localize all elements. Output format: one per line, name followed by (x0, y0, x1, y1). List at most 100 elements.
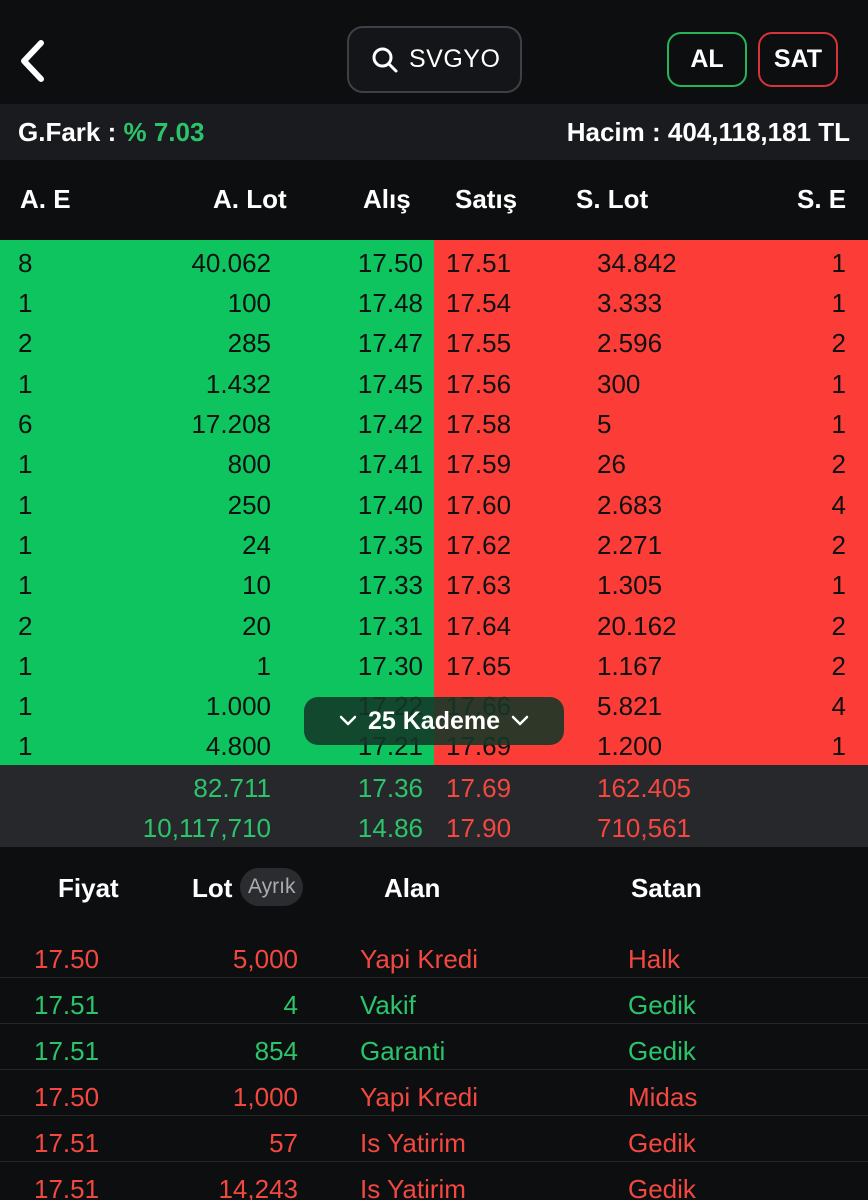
depth-row[interactable]: 1 800 17.41 17.59 26 2 (0, 443, 868, 483)
gfark-label: G.Fark : (18, 116, 117, 147)
trade-lot: 14,243 (218, 1174, 298, 1200)
summary-alis: 14.86 (357, 813, 423, 843)
satis-cell: 17.58 (446, 409, 512, 439)
satis-cell: 17.62 (446, 530, 512, 560)
trade-buyer: Yapi Kredi (360, 1082, 479, 1112)
summary-row: 10,117,710 14.86 17.90 710,561 (0, 807, 868, 847)
col-fiyat: Fiyat (58, 873, 119, 903)
se-cell: 1 (831, 369, 846, 399)
summary-satis: 17.90 (446, 813, 512, 843)
alot-cell: 1.432 (205, 369, 271, 399)
depth-row[interactable]: 1 24 17.35 17.62 2.271 2 (0, 524, 868, 564)
trade-row[interactable]: 17.50 1,000 Yapi Kredi Midas (0, 1070, 868, 1116)
summary-row: 82.711 17.36 17.69 162.405 (0, 767, 868, 807)
depth-row[interactable]: 8 40.062 17.50 17.51 34.842 1 (0, 242, 868, 282)
trade-lot: 4 (283, 990, 298, 1020)
trade-buyer: Is Yatirim (360, 1128, 466, 1158)
se-cell: 2 (831, 651, 846, 681)
se-cell: 2 (831, 530, 846, 560)
col-satis: Satış (455, 184, 518, 214)
alis-cell: 17.42 (357, 409, 423, 439)
trade-price: 17.50 (34, 944, 100, 974)
satis-cell: 17.54 (446, 288, 512, 318)
trade-price: 17.50 (34, 1082, 100, 1112)
depth-row[interactable]: 1 250 17.40 17.60 2.683 4 (0, 484, 868, 524)
depth-row[interactable]: 1 100 17.48 17.54 3.333 1 (0, 282, 868, 322)
ae-cell: 1 (18, 369, 33, 399)
depth-row[interactable]: 1 1 17.30 17.65 1.167 2 (0, 645, 868, 685)
alis-cell: 17.40 (357, 490, 423, 520)
se-cell: 4 (831, 490, 846, 520)
sell-button[interactable]: SAT (758, 32, 838, 87)
trade-seller: Gedik (628, 990, 696, 1020)
trade-row[interactable]: 17.51 14,243 Is Yatirim Gedik (0, 1162, 868, 1200)
symbol-search-button[interactable]: SVGYO (347, 26, 522, 93)
col-ae: A. E (20, 184, 71, 214)
gfark: G.Fark : % 7.03 (18, 117, 204, 148)
ae-cell: 2 (18, 328, 33, 358)
trades-header: Fiyat Lot Alan Satan (0, 847, 868, 925)
back-button[interactable] (14, 38, 50, 84)
order-depth-table: 8 40.062 17.50 17.51 34.842 1 1 100 17.4… (0, 240, 868, 765)
depth-row[interactable]: 6 17.208 17.42 17.58 5 1 (0, 403, 868, 443)
trade-lot: 5,000 (232, 944, 298, 974)
ae-cell: 2 (18, 611, 33, 641)
slot-cell: 300 (597, 369, 641, 399)
col-satan: Satan (631, 873, 702, 903)
trade-seller: Gedik (628, 1036, 696, 1066)
alot-cell: 17.208 (191, 409, 271, 439)
search-icon (372, 47, 398, 72)
satis-cell: 17.60 (446, 490, 512, 520)
depth-row[interactable]: 2 20 17.31 17.64 20.162 2 (0, 605, 868, 645)
hacim-label: Hacim : (566, 116, 661, 147)
kademe-label: 25 Kademe (367, 706, 501, 735)
ae-cell: 6 (18, 409, 33, 439)
depth-row[interactable]: 1 10 17.33 17.63 1.305 1 (0, 564, 868, 604)
trade-seller: Halk (628, 944, 681, 974)
alis-cell: 17.30 (357, 651, 423, 681)
alot-cell: 800 (227, 449, 271, 479)
trade-buyer: Yapi Kredi (360, 944, 479, 974)
depth-row[interactable]: 1 1.432 17.45 17.56 300 1 (0, 363, 868, 403)
kademe-toggle-button[interactable]: 25 Kademe (304, 697, 564, 745)
ae-cell: 1 (18, 288, 33, 318)
alis-cell: 17.41 (357, 449, 423, 479)
alot-cell: 10 (242, 570, 271, 600)
ae-cell: 1 (18, 651, 33, 681)
satis-cell: 17.63 (446, 570, 512, 600)
trade-row[interactable]: 17.50 5,000 Yapi Kredi Halk (0, 932, 868, 978)
se-cell: 2 (831, 449, 846, 479)
ayrik-toggle[interactable]: Ayrık (240, 868, 304, 906)
slot-cell: 34.842 (597, 248, 677, 278)
trade-price: 17.51 (34, 990, 100, 1020)
depth-header: A. E A. Lot Alış Satış S. Lot S. E (0, 160, 868, 240)
alot-cell: 24 (242, 530, 271, 560)
col-alot: A. Lot (213, 184, 287, 214)
satis-cell: 17.56 (446, 369, 512, 399)
alis-cell: 17.50 (357, 248, 423, 278)
trade-row[interactable]: 17.51 57 Is Yatirim Gedik (0, 1116, 868, 1162)
col-se: S. E (797, 184, 847, 214)
summary-alis: 17.36 (357, 773, 423, 803)
hacim-value: 404,118,181 TL (667, 116, 850, 147)
se-cell: 1 (831, 409, 846, 439)
se-cell: 1 (831, 570, 846, 600)
depth-row[interactable]: 2 285 17.47 17.55 2.596 2 (0, 322, 868, 362)
alot-cell: 20 (242, 611, 271, 641)
trade-price: 17.51 (34, 1128, 100, 1158)
trade-row[interactable]: 17.51 4 Vakif Gedik (0, 978, 868, 1024)
trade-row[interactable]: 17.51 854 Garanti Gedik (0, 1024, 868, 1070)
alot-cell: 1 (256, 651, 271, 681)
satis-cell: 17.55 (446, 328, 512, 358)
slot-cell: 26 (597, 449, 626, 479)
col-slot: S. Lot (576, 184, 649, 214)
slot-cell: 1.167 (597, 651, 663, 681)
alot-cell: 40.062 (191, 248, 271, 278)
satis-cell: 17.65 (446, 651, 512, 681)
trade-buyer: Garanti (360, 1036, 446, 1066)
satis-cell: 17.59 (446, 449, 512, 479)
alis-cell: 17.33 (357, 570, 423, 600)
trade-lot: 1,000 (232, 1082, 298, 1112)
buy-button[interactable]: AL (667, 32, 747, 87)
alot-cell: 4.800 (205, 731, 271, 761)
